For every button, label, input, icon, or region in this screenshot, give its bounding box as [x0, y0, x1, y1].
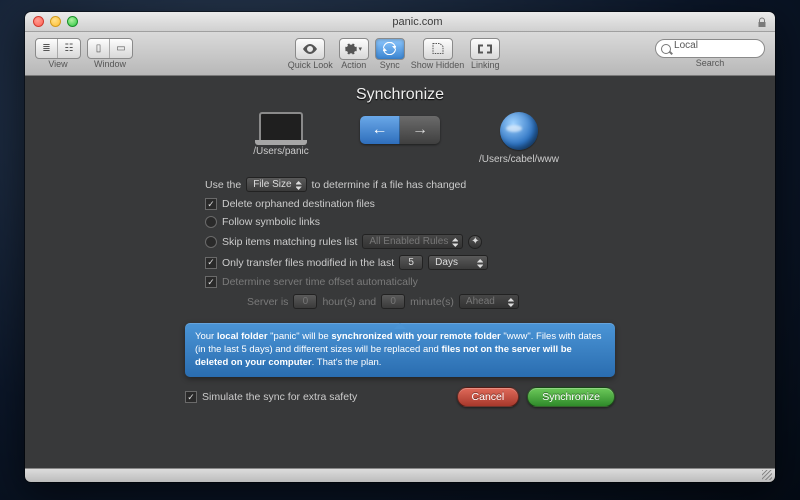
- delete-orphaned-row[interactable]: Delete orphaned destination files: [205, 198, 595, 210]
- hours-input[interactable]: 0: [293, 294, 317, 309]
- sync-icon: [383, 42, 396, 55]
- quicklook-label: Quick Look: [288, 60, 333, 70]
- hours-label: hour(s) and: [322, 296, 376, 308]
- remote-target: /Users/cabel/www: [464, 112, 574, 165]
- sync-group: Sync: [375, 38, 405, 70]
- eye-icon: [303, 44, 317, 54]
- determine-offset-row[interactable]: Determine server time offset automatical…: [205, 276, 595, 288]
- offset-direction-select[interactable]: Ahead: [459, 294, 519, 309]
- local-target: /Users/panic: [226, 112, 336, 157]
- status-bar: [25, 468, 775, 482]
- determine-offset-label: Determine server time offset automatical…: [222, 276, 418, 288]
- skip-rules-radio[interactable]: [205, 236, 217, 248]
- quicklook-button[interactable]: [295, 38, 325, 60]
- search-group: Local Search: [655, 39, 765, 68]
- toolbar: ≣ ☷ View ▯ ▭ Window Quick Look ▾ Action: [25, 32, 775, 76]
- view-label: View: [48, 59, 67, 69]
- delete-orphaned-checkbox[interactable]: [205, 198, 217, 210]
- determine-suffix: to determine if a file has changed: [312, 179, 467, 191]
- page-title: Synchronize: [25, 76, 775, 112]
- sync-label: Sync: [380, 60, 400, 70]
- determine-select[interactable]: File Size: [246, 177, 306, 192]
- window-single-button[interactable]: ▯: [88, 39, 110, 58]
- minimize-button[interactable]: [50, 16, 61, 27]
- remote-path: /Users/cabel/www: [479, 154, 559, 165]
- view-column-button[interactable]: ☷: [58, 39, 80, 58]
- simulate-row[interactable]: Simulate the sync for extra safety: [185, 391, 357, 403]
- search-input[interactable]: Local: [655, 39, 765, 58]
- hidden-file-icon: [432, 43, 444, 54]
- arrow-right-icon[interactable]: →: [400, 116, 440, 144]
- delete-orphaned-label: Delete orphaned destination files: [222, 198, 375, 210]
- follow-symlinks-row[interactable]: Follow symbolic links: [205, 216, 595, 228]
- synchronize-button[interactable]: Synchronize: [527, 387, 615, 407]
- window-group: ▯ ▭ Window: [87, 38, 133, 69]
- sync-summary: Your local folder "panic" will be synchr…: [185, 323, 615, 377]
- only-transfer-label: Only transfer files modified in the last: [222, 257, 394, 269]
- only-transfer-row[interactable]: Only transfer files modified in the last…: [205, 255, 595, 270]
- view-list-button[interactable]: ≣: [36, 39, 58, 58]
- minutes-input[interactable]: 0: [381, 294, 405, 309]
- skip-rules-row[interactable]: Skip items matching rules list All Enabl…: [205, 234, 595, 249]
- server-offset-row: Server is 0 hour(s) and 0 minute(s) Ahea…: [205, 294, 595, 309]
- action-button[interactable]: ▾: [339, 38, 369, 60]
- cancel-button[interactable]: Cancel: [457, 387, 520, 407]
- window-label: Window: [94, 59, 126, 69]
- only-transfer-number[interactable]: 5: [399, 255, 423, 270]
- determine-row: Use the File Size to determine if a file…: [205, 177, 595, 192]
- linking-button[interactable]: [470, 38, 500, 60]
- resize-handle[interactable]: [762, 470, 772, 480]
- follow-symlinks-label: Follow symbolic links: [222, 216, 320, 228]
- showhidden-group: Show Hidden: [411, 38, 465, 70]
- only-transfer-unit-select[interactable]: Days: [428, 255, 488, 270]
- globe-icon: [500, 112, 538, 150]
- local-path: /Users/panic: [253, 146, 309, 157]
- footer-row: Simulate the sync for extra safety Cance…: [185, 387, 615, 407]
- search-label: Search: [696, 58, 725, 68]
- showhidden-button[interactable]: [423, 38, 453, 60]
- window-title: panic.com: [78, 16, 757, 28]
- window-dual-button[interactable]: ▭: [110, 39, 132, 58]
- use-the-label: Use the: [205, 179, 241, 191]
- rules-select[interactable]: All Enabled Rules: [362, 234, 463, 249]
- titlebar: panic.com: [25, 12, 775, 32]
- minutes-label: minute(s): [410, 296, 454, 308]
- traffic-lights: [33, 16, 78, 27]
- gear-icon: [345, 43, 357, 55]
- linking-group: Linking: [470, 38, 500, 70]
- link-icon: [478, 44, 492, 54]
- content-pane: Synchronize /Users/panic ← → /Users/cabe…: [25, 76, 775, 468]
- linking-label: Linking: [471, 60, 500, 70]
- app-window: panic.com ≣ ☷ View ▯ ▭ Window Quick Look: [25, 12, 775, 482]
- rules-add-button[interactable]: ✦: [468, 235, 482, 249]
- action-label: Action: [341, 60, 366, 70]
- action-group: ▾ Action: [339, 38, 369, 70]
- determine-offset-checkbox[interactable]: [205, 276, 217, 288]
- simulate-checkbox[interactable]: [185, 391, 197, 403]
- laptop-icon: [259, 112, 303, 142]
- sync-targets: /Users/panic ← → /Users/cabel/www: [25, 112, 775, 165]
- server-is-label: Server is: [247, 296, 288, 308]
- close-button[interactable]: [33, 16, 44, 27]
- follow-symlinks-radio[interactable]: [205, 216, 217, 228]
- sync-options: Use the File Size to determine if a file…: [205, 177, 595, 309]
- skip-rules-label: Skip items matching rules list: [222, 236, 357, 248]
- sync-button[interactable]: [375, 38, 405, 60]
- arrow-left-icon[interactable]: ←: [360, 116, 400, 144]
- view-group: ≣ ☷ View: [35, 38, 81, 69]
- direction-toggle[interactable]: ← →: [360, 116, 440, 144]
- quicklook-group: Quick Look: [288, 38, 333, 70]
- simulate-label: Simulate the sync for extra safety: [202, 391, 357, 403]
- only-transfer-checkbox[interactable]: [205, 257, 217, 269]
- zoom-button[interactable]: [67, 16, 78, 27]
- showhidden-label: Show Hidden: [411, 60, 465, 70]
- lock-icon: [757, 17, 767, 27]
